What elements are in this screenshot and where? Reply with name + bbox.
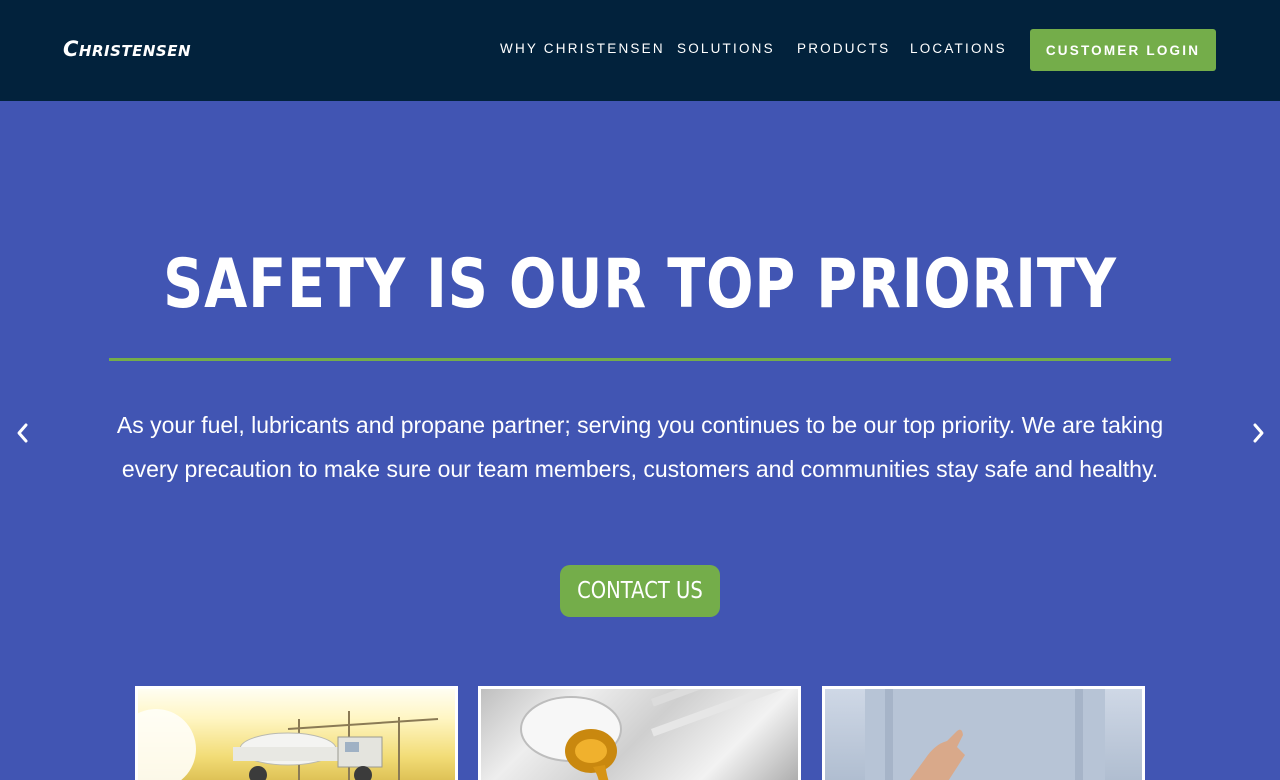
- carousel-next-button[interactable]: [1246, 420, 1270, 446]
- hero-body: As your fuel, lubricants and propane par…: [116, 412, 1164, 482]
- nav-products[interactable]: PRODUCTS: [797, 41, 890, 56]
- contact-us-button[interactable]: CONTACT US: [560, 565, 720, 617]
- card-lubricants[interactable]: [478, 686, 801, 780]
- propane-truck-photo: [138, 689, 455, 780]
- card-propane[interactable]: [135, 686, 458, 780]
- customer-login-button[interactable]: CUSTOMER LOGIN: [1030, 29, 1216, 71]
- card-partnership[interactable]: [822, 686, 1145, 780]
- nav-locations[interactable]: LOCATIONS: [910, 41, 1007, 56]
- nav-solutions[interactable]: SOLUTIONS: [677, 41, 775, 56]
- oil-pouring-photo: [481, 689, 798, 780]
- hero-title: SAFETY IS OUR TOP PRIORITY: [163, 245, 1117, 324]
- handshake-photo: [825, 689, 1142, 780]
- logo[interactable]: Christensen: [63, 37, 191, 61]
- chevron-left-icon: [17, 423, 28, 443]
- hero-divider: [109, 358, 1171, 361]
- site-header: Christensen WHY CHRISTENSEN SOLUTIONS PR…: [0, 0, 1280, 101]
- chevron-right-icon: [1253, 423, 1264, 443]
- nav-why-christensen[interactable]: WHY CHRISTENSEN: [500, 41, 665, 56]
- contact-us-label: CONTACT US: [577, 578, 703, 604]
- carousel-prev-button[interactable]: [11, 420, 35, 446]
